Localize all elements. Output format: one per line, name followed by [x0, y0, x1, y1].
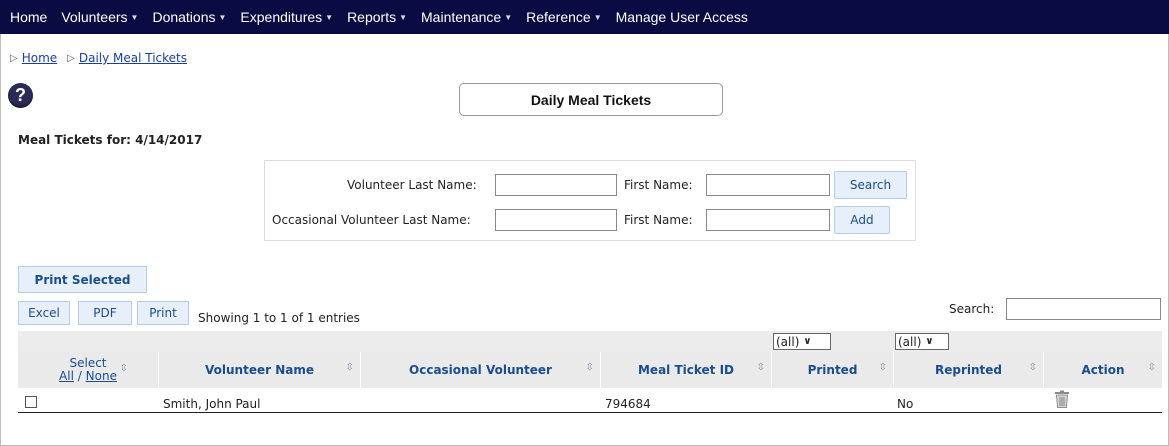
search-panel: Volunteer Last Name: First Name: Search …	[264, 160, 916, 241]
nav-label: Maintenance	[421, 9, 502, 25]
nav-label: Volunteers	[61, 9, 128, 25]
nav-label: Donations	[152, 9, 216, 25]
chevron-down-icon: ∨	[925, 336, 934, 347]
printed-filter-select[interactable]: (all) ∨	[773, 333, 831, 350]
nav-reports[interactable]: Reports ▼	[347, 9, 407, 25]
nav-label: Reference	[526, 9, 591, 25]
column-header-action[interactable]: Action ⇳	[1043, 352, 1162, 388]
add-button[interactable]: Add	[834, 206, 890, 234]
header-label: Action	[1081, 363, 1125, 377]
nav-reference[interactable]: Reference ▼	[526, 9, 602, 25]
reprinted-filter-select[interactable]: (all) ∨	[895, 333, 949, 350]
select-all-link[interactable]: All	[59, 369, 74, 383]
help-icon[interactable]: ?	[8, 83, 33, 108]
caret-down-icon: ▼	[504, 13, 513, 22]
first-name-label: First Name:	[624, 178, 693, 192]
column-header-reprinted[interactable]: Reprinted ⇳	[893, 352, 1043, 388]
nav-expenditures[interactable]: Expenditures ▼	[240, 9, 333, 25]
first-name-label: First Name:	[624, 213, 693, 227]
filter-row	[18, 331, 1162, 352]
filter-value: (all)	[898, 334, 922, 349]
sort-icon: ⇳	[585, 362, 594, 373]
pdf-button[interactable]: PDF	[78, 301, 132, 325]
sort-icon: ⇳	[878, 362, 887, 373]
entries-info: Showing 1 to 1 of 1 entries	[198, 311, 360, 325]
page-title: Daily Meal Tickets	[459, 83, 723, 116]
sort-icon: ⇳	[1028, 362, 1037, 373]
header-label: Volunteer Name	[205, 363, 314, 377]
nav-label: Expenditures	[240, 9, 323, 25]
select-separator: /	[77, 369, 82, 383]
table-search-input[interactable]	[1006, 298, 1161, 320]
column-header-volunteer-name[interactable]: Volunteer Name ⇳	[158, 352, 360, 388]
select-column-header: Select All / None ⇳	[18, 352, 158, 388]
column-header-printed[interactable]: Printed ⇳	[771, 352, 893, 388]
column-header-meal-ticket-id[interactable]: Meal Ticket ID ⇳	[600, 352, 771, 388]
occasional-last-name-label: Occasional Volunteer Last Name:	[272, 213, 471, 227]
breadcrumb-home-link[interactable]: Home	[22, 51, 57, 65]
print-button[interactable]: Print	[137, 301, 189, 325]
caret-down-icon: ▼	[130, 13, 139, 22]
sort-icon: ⇳	[345, 362, 354, 373]
filter-value: (all)	[776, 334, 800, 349]
breadcrumb-current-link[interactable]: Daily Meal Tickets	[79, 51, 187, 65]
nav-manage-user-access[interactable]: Manage User Access	[616, 9, 748, 25]
column-header-occasional-volunteer[interactable]: Occasional Volunteer ⇳	[360, 352, 600, 388]
select-none-link[interactable]: None	[86, 369, 117, 383]
nav-maintenance[interactable]: Maintenance ▼	[421, 9, 512, 25]
header-label: Reprinted	[934, 363, 1002, 377]
chevron-down-icon: ∨	[803, 336, 812, 347]
occasional-last-name-input[interactable]	[495, 209, 617, 231]
volunteer-last-name-label: Volunteer Last Name:	[347, 178, 477, 192]
nav-donations[interactable]: Donations ▼	[152, 9, 226, 25]
breadcrumb-arrow-icon: ▷	[67, 52, 75, 64]
caret-down-icon: ▼	[593, 13, 602, 22]
volunteer-first-name-input[interactable]	[706, 174, 830, 196]
occasional-first-name-input[interactable]	[706, 209, 830, 231]
nav-label: Home	[10, 9, 48, 25]
breadcrumb-arrow-icon: ▷	[10, 52, 18, 64]
trash-icon[interactable]	[1054, 390, 1070, 408]
top-nav: Home Volunteers ▼ Donations ▼ Expenditures…	[0, 0, 1169, 34]
volunteer-last-name-input[interactable]	[495, 174, 617, 196]
sort-icon: ⇳	[1147, 362, 1156, 373]
nav-label: Reports	[347, 9, 397, 25]
header-label: Printed	[807, 363, 858, 377]
sort-icon: ⇳	[756, 362, 765, 373]
caret-down-icon: ▼	[218, 13, 227, 22]
cell-reprinted: No	[897, 397, 914, 411]
print-selected-button[interactable]: Print Selected	[18, 266, 147, 293]
header-label: Occasional Volunteer	[409, 363, 552, 377]
search-button[interactable]: Search	[834, 171, 907, 199]
cell-volunteer-name: Smith, John Paul	[163, 397, 261, 411]
tickets-date-label: Meal Tickets for: 4/14/2017	[18, 133, 203, 147]
cell-meal-ticket-id: 794684	[605, 397, 651, 411]
nav-home[interactable]: Home	[10, 9, 47, 25]
breadcrumb: ▷ Home ▷ Daily Meal Tickets	[10, 51, 197, 65]
caret-down-icon: ▼	[399, 13, 408, 22]
caret-down-icon: ▼	[325, 13, 334, 22]
nav-label: Manage User Access	[615, 9, 748, 25]
table-search-label: Search:	[949, 302, 995, 316]
nav-volunteers[interactable]: Volunteers ▼	[61, 9, 138, 25]
header-label: Meal Ticket ID	[637, 363, 735, 377]
row-select-checkbox[interactable]	[25, 396, 37, 408]
sort-icon[interactable]: ⇳	[120, 362, 128, 375]
excel-button[interactable]: Excel	[18, 301, 70, 325]
